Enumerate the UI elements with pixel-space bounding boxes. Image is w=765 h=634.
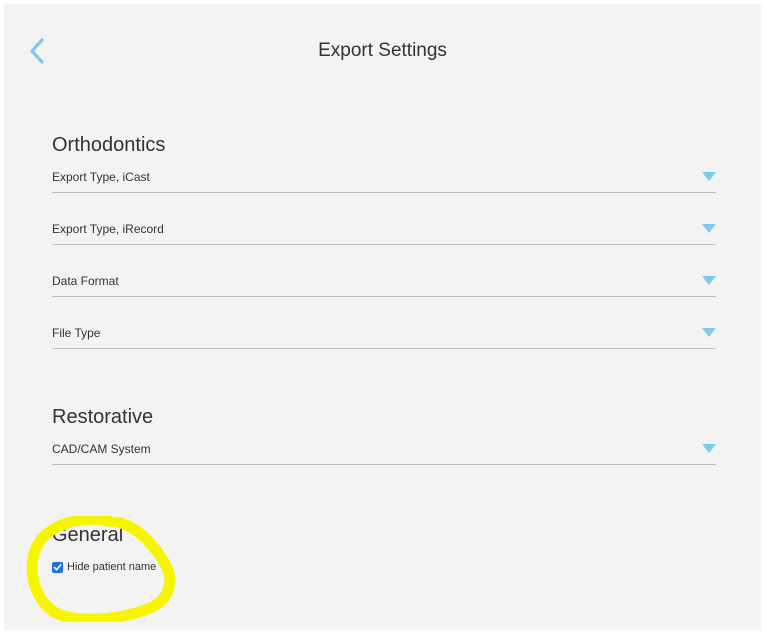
- dropdown-arrow-icon: [702, 328, 716, 337]
- dropdown-arrow-icon: [702, 276, 716, 285]
- export-type-icast-dropdown[interactable]: Export Type, iCast: [52, 166, 716, 193]
- dropdown-arrow-icon: [702, 224, 716, 233]
- dropdown-arrow-icon: [702, 444, 716, 453]
- dropdown-label: File Type: [52, 326, 101, 340]
- dropdown-label: Data Format: [52, 274, 119, 288]
- section-title-orthodontics: Orthodontics: [52, 134, 166, 156]
- data-format-dropdown[interactable]: Data Format: [52, 270, 716, 297]
- dropdown-arrow-icon: [702, 172, 716, 181]
- section-title-general: General: [52, 524, 124, 546]
- page-title: Export Settings: [318, 40, 447, 61]
- hide-patient-name-option[interactable]: Hide patient name: [52, 559, 156, 575]
- file-type-dropdown[interactable]: File Type: [52, 322, 716, 349]
- dropdown-label: Export Type, iCast: [52, 170, 150, 184]
- dropdown-label: Export Type, iRecord: [52, 222, 164, 236]
- checkmark-icon: [53, 563, 62, 571]
- dropdown-label: CAD/CAM System: [52, 442, 151, 456]
- export-settings-panel: Export Settings Orthodontics Export Type…: [4, 4, 761, 630]
- export-type-irecord-dropdown[interactable]: Export Type, iRecord: [52, 218, 716, 245]
- hide-patient-name-label: Hide patient name: [67, 561, 157, 573]
- cad-cam-system-dropdown[interactable]: CAD/CAM System: [52, 438, 716, 465]
- section-title-restorative: Restorative: [52, 406, 154, 428]
- hide-patient-name-checkbox[interactable]: [52, 561, 63, 573]
